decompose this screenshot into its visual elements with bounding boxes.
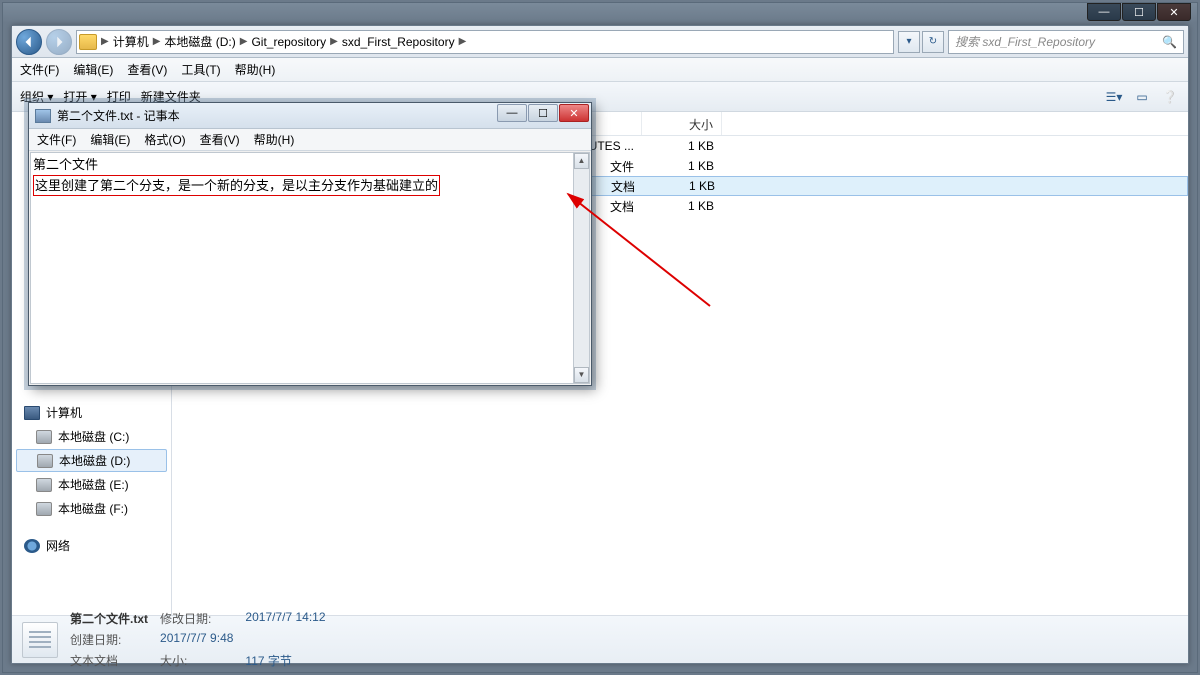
breadcrumb[interactable]: ▶ 计算机 ▶ 本地磁盘 (D:) ▶ Git_repository ▶ sxd… [76,30,894,54]
tree-drive[interactable]: 本地磁盘 (F:) [16,497,167,520]
drive-icon [37,454,53,468]
notepad-titlebar[interactable]: 第二个文件.txt - 记事本 — ☐ ✕ [29,103,591,129]
search-placeholder: 搜索 sxd_First_Repository [955,33,1095,50]
notepad-scrollbar[interactable]: ▲ ▼ [573,153,589,383]
network-icon [24,539,40,553]
help-button[interactable]: ❔ [1160,88,1180,106]
view-options-button[interactable]: ☰▾ [1104,88,1124,106]
crumb-computer[interactable]: 计算机 [111,33,151,50]
notepad-textarea[interactable]: 第二个文件 这里创建了第二个分支，是一个新的分支，是以主分支作为基础建立的 ▲ … [30,152,590,384]
drive-icon [36,478,52,492]
notepad-title: 第二个文件.txt - 记事本 [57,107,180,124]
menu-tools[interactable]: 工具(T) [181,61,220,78]
scroll-up-icon[interactable]: ▲ [574,153,589,169]
details-pane: 第二个文件.txt 修改日期: 2017/7/7 14:12 创建日期: 201… [12,615,1188,663]
notepad-line2-highlighted: 这里创建了第二个分支，是一个新的分支，是以主分支作为基础建立的 [33,175,440,197]
np-menu-view[interactable]: 查看(V) [200,131,240,148]
notepad-menubar: 文件(F) 编辑(E) 格式(O) 查看(V) 帮助(H) [29,129,591,151]
menu-view[interactable]: 查看(V) [127,61,167,78]
nav-back-button[interactable] [16,29,42,55]
drive-icon [36,430,52,444]
tree-computer[interactable]: 计算机 [16,401,167,424]
outer-minimize-button[interactable]: — [1087,3,1121,21]
tree-drive[interactable]: 本地磁盘 (E:) [16,473,167,496]
search-icon: 🔍 [1162,35,1177,49]
tree-drive[interactable]: 本地磁盘 (C:) [16,425,167,448]
tree-network[interactable]: 网络 [16,534,167,557]
scroll-down-icon[interactable]: ▼ [574,367,589,383]
outer-close-button[interactable]: ✕ [1157,3,1191,21]
explorer-menubar: 文件(F) 编辑(E) 查看(V) 工具(T) 帮助(H) [12,58,1188,82]
notepad-maximize-button[interactable]: ☐ [528,104,558,122]
np-menu-edit[interactable]: 编辑(E) [90,131,130,148]
outer-maximize-button[interactable]: ☐ [1122,3,1156,21]
outer-titlebar: — ☐ ✕ [3,3,1197,23]
status-filename: 第二个文件.txt [70,610,148,627]
nav-forward-button[interactable] [46,29,72,55]
menu-help[interactable]: 帮助(H) [235,61,276,78]
preview-pane-button[interactable]: ▭ [1132,88,1152,106]
computer-icon [24,406,40,420]
breadcrumb-dropdown-button[interactable]: ▾ [898,31,920,53]
np-menu-file[interactable]: 文件(F) [37,131,76,148]
tree-drive[interactable]: 本地磁盘 (D:) [16,449,167,472]
np-menu-format[interactable]: 格式(O) [144,131,185,148]
notepad-line1: 第二个文件 [33,155,587,175]
notepad-window: 第二个文件.txt - 记事本 — ☐ ✕ 文件(F) 编辑(E) 格式(O) … [28,102,592,386]
notepad-close-button[interactable]: ✕ [559,104,589,122]
drive-icon [36,502,52,516]
file-type-icon [22,622,58,658]
crumb-folder-1[interactable]: Git_repository [249,35,328,49]
menu-edit[interactable]: 编辑(E) [73,61,113,78]
np-menu-help[interactable]: 帮助(H) [254,131,295,148]
refresh-button[interactable]: ↻ [922,31,944,53]
notepad-icon [35,109,51,123]
crumb-drive[interactable]: 本地磁盘 (D:) [162,33,237,50]
menu-file[interactable]: 文件(F) [20,61,59,78]
crumb-folder-2[interactable]: sxd_First_Repository [340,35,457,49]
folder-icon [79,34,97,50]
search-input[interactable]: 搜索 sxd_First_Repository 🔍 [948,30,1184,54]
notepad-minimize-button[interactable]: — [497,104,527,122]
